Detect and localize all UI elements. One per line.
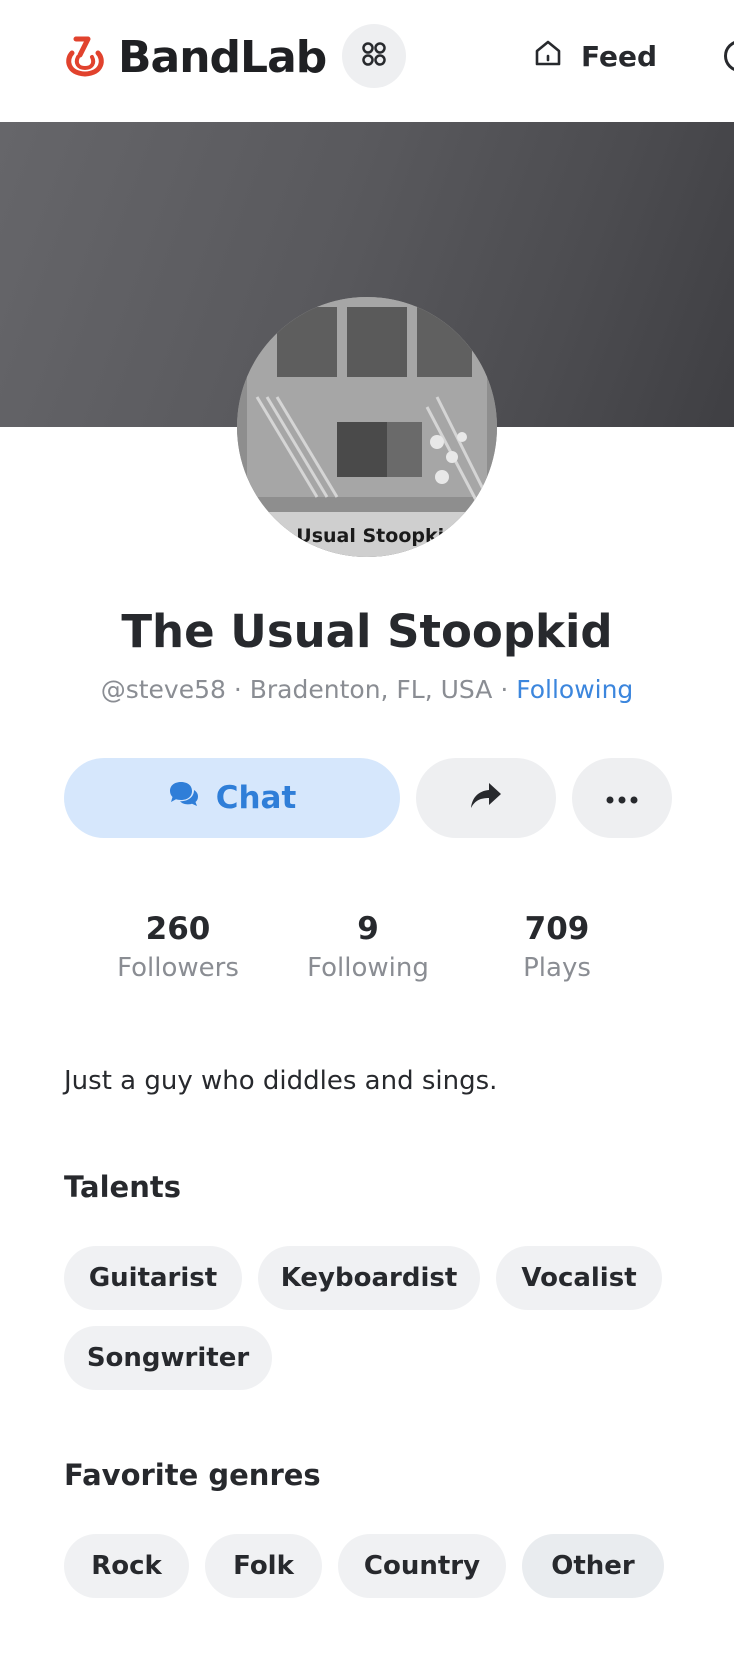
- genre-chip[interactable]: Country: [338, 1534, 506, 1598]
- stat-label: Followers: [117, 953, 239, 983]
- apps-grid-icon: [361, 41, 387, 71]
- brand-name: BandLab: [118, 32, 327, 83]
- share-arrow-icon: [469, 781, 503, 815]
- genre-chip[interactable]: Rock: [64, 1534, 189, 1598]
- meta-separator: ·: [492, 675, 517, 704]
- profile-avatar[interactable]: Usual Stoopkid: [237, 297, 497, 557]
- home-icon: [533, 38, 563, 75]
- top-nav-bar: BandLab Feed: [0, 0, 734, 123]
- chat-bubbles-icon: [168, 780, 200, 816]
- offscreen-nav-icon[interactable]: [724, 40, 734, 72]
- bandlab-logo-icon: [62, 33, 108, 83]
- genre-chip[interactable]: Other: [522, 1534, 664, 1598]
- chat-label: Chat: [215, 780, 297, 816]
- genres-heading: Favorite genres: [64, 1458, 321, 1492]
- profile-location: Bradenton, FL, USA: [249, 675, 493, 704]
- talent-chip[interactable]: Vocalist: [496, 1246, 662, 1310]
- follow-status-link[interactable]: Following: [516, 675, 633, 704]
- profile-handle: @steve58: [100, 675, 226, 704]
- genre-chip[interactable]: Folk: [205, 1534, 322, 1598]
- chat-button[interactable]: Chat: [64, 758, 400, 838]
- more-options-button[interactable]: [572, 758, 672, 838]
- profile-bio: Just a guy who diddles and sings.: [64, 1066, 498, 1096]
- stat-value: 709: [524, 911, 590, 947]
- apps-menu-button[interactable]: [342, 24, 406, 88]
- stat-plays: 709 Plays: [467, 908, 647, 986]
- avatar-caption: Usual Stoopkid: [296, 525, 457, 547]
- stat-value: 260: [145, 911, 211, 947]
- share-button[interactable]: [416, 758, 556, 838]
- stat-label: Plays: [523, 953, 591, 983]
- feed-label: Feed: [581, 40, 658, 73]
- talents-heading: Talents: [64, 1170, 181, 1204]
- profile-meta: @steve58 · Bradenton, FL, USA · Followin…: [0, 675, 734, 704]
- talent-chip[interactable]: Keyboardist: [258, 1246, 480, 1310]
- bandlab-logo[interactable]: BandLab: [62, 32, 327, 83]
- stat-value: 9: [357, 911, 379, 947]
- talent-chip[interactable]: Guitarist: [64, 1246, 242, 1310]
- stat-following[interactable]: 9 Following: [278, 908, 458, 986]
- stat-followers[interactable]: 260 Followers: [88, 908, 268, 986]
- talent-chip[interactable]: Songwriter: [64, 1326, 272, 1390]
- more-dots-icon: [606, 789, 638, 808]
- stat-label: Following: [307, 953, 429, 983]
- meta-separator: ·: [225, 675, 250, 704]
- feed-nav-link[interactable]: Feed: [533, 38, 657, 75]
- profile-name: The Usual Stoopkid: [121, 605, 613, 658]
